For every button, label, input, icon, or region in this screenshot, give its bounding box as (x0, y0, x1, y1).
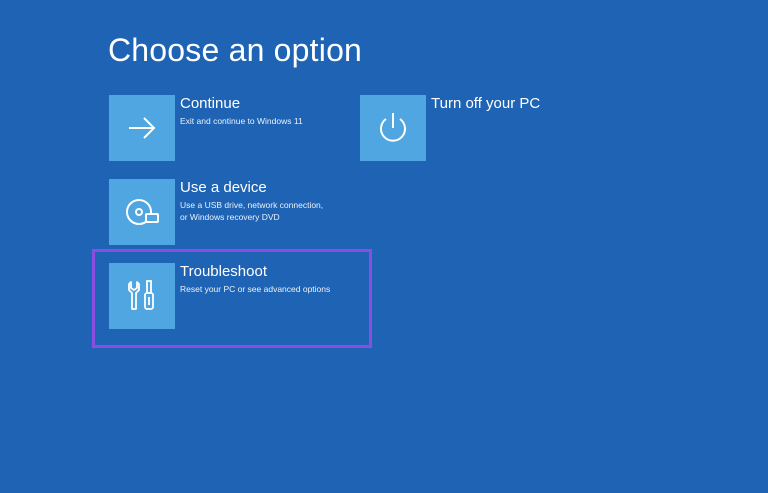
use-device-option[interactable]: Use a device Use a USB drive, network co… (109, 179, 349, 245)
continue-title: Continue (180, 95, 241, 112)
troubleshoot-title: Troubleshoot (180, 263, 267, 280)
use-device-tile[interactable] (109, 179, 175, 245)
troubleshoot-description: Reset your PC or see advanced options (180, 284, 331, 294)
use-device-title: Use a device (180, 179, 267, 196)
page-title: Choose an option (108, 32, 363, 68)
turn-off-title: Turn off your PC (431, 95, 541, 112)
troubleshoot-option[interactable]: Troubleshoot Reset your PC or see advanc… (109, 263, 349, 329)
tools-icon (122, 276, 162, 316)
arrow-right-icon (125, 111, 159, 145)
continue-description: Exit and continue to Windows 11 (180, 116, 303, 126)
continue-tile[interactable] (109, 95, 175, 161)
troubleshoot-tile[interactable] (109, 263, 175, 329)
turn-off-tile[interactable] (360, 95, 426, 161)
turn-off-option[interactable]: Turn off your PC (360, 95, 600, 161)
power-icon (373, 108, 413, 148)
use-device-description: Use a USB drive, network connection, or … (180, 200, 324, 222)
continue-option[interactable]: Continue Exit and continue to Windows 11 (109, 95, 349, 161)
device-disc-icon (122, 192, 162, 232)
